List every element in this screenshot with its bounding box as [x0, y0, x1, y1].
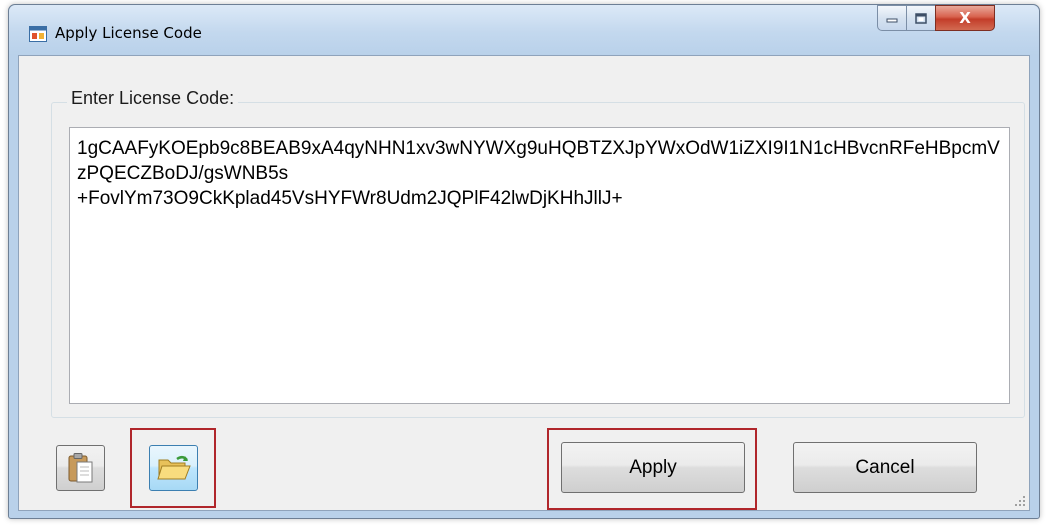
close-button[interactable]: X	[935, 5, 995, 31]
open-button-highlight	[130, 428, 216, 508]
apply-license-dialog: Apply License Code X Enter License Code:…	[8, 4, 1040, 519]
clipboard-icon	[68, 453, 92, 483]
close-icon: X	[959, 9, 971, 27]
apply-button[interactable]: Apply	[561, 442, 745, 493]
resize-grip-icon[interactable]	[1014, 495, 1026, 507]
license-code-textbox[interactable]: 1gCAAFyKOEpb9c8BEAB9xA4qyNHN1xv3wNYWXg9u…	[69, 127, 1010, 404]
app-window-icon	[29, 26, 47, 42]
minimize-button[interactable]	[877, 5, 907, 31]
license-group-label: Enter License Code:	[67, 88, 239, 109]
window-title: Apply License Code	[55, 24, 202, 42]
minimize-icon	[886, 18, 898, 23]
dialog-body: Enter License Code: 1gCAAFyKOEpb9c8BEAB9…	[18, 55, 1030, 511]
maximize-icon	[915, 12, 927, 24]
paste-button[interactable]	[56, 445, 105, 491]
title-bar[interactable]: Apply License Code X	[9, 5, 1039, 55]
cancel-button[interactable]: Cancel	[793, 442, 977, 493]
maximize-button[interactable]	[906, 5, 936, 31]
